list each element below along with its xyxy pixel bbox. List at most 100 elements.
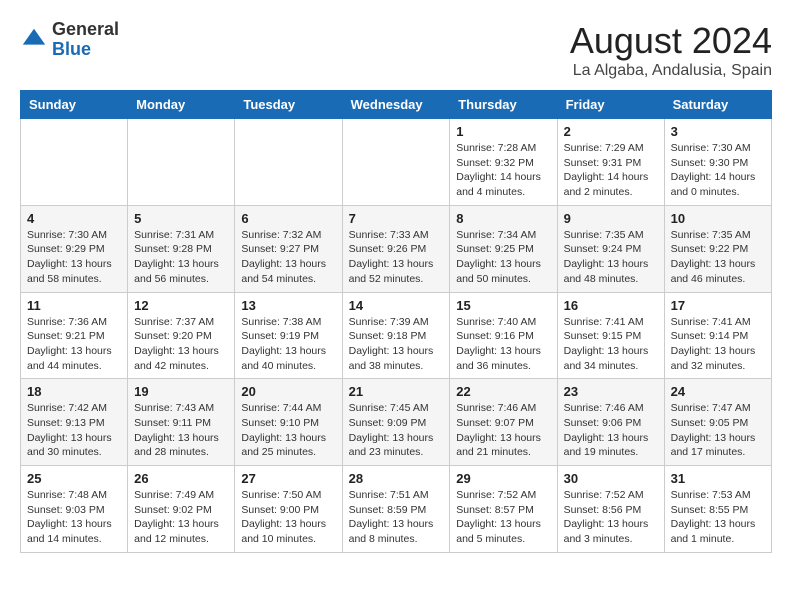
calendar-cell: 4Sunrise: 7:30 AMSunset: 9:29 PMDaylight… (21, 205, 128, 292)
day-header-thursday: Thursday (450, 91, 557, 119)
day-header-sunday: Sunday (21, 91, 128, 119)
calendar-cell: 18 Sunrise: 7:42 AMSunset: 9:13 PMDayligh… (21, 379, 128, 466)
calendar-cell: 13 Sunrise: 7:38 AMSunset: 9:19 PMDayligh… (235, 292, 342, 379)
day-number: 16 (564, 298, 658, 313)
day-info: Sunrise: 7:41 AMSunset: 9:15 PMDaylight:… (564, 315, 658, 374)
day-number: 8 (456, 211, 550, 226)
day-info: Sunrise: 7:44 AMSunset: 9:10 PMDaylight:… (241, 401, 335, 460)
day-number: 6 (241, 211, 335, 226)
calendar-cell: 16 Sunrise: 7:41 AMSunset: 9:15 PMDayligh… (557, 292, 664, 379)
day-info: Sunrise: 7:34 AMSunset: 9:25 PMDaylight:… (456, 228, 550, 287)
day-info: Sunrise: 7:43 AMSunset: 9:11 PMDaylight:… (134, 401, 228, 460)
logo: General Blue (20, 20, 119, 60)
day-number: 12 (134, 298, 228, 313)
month-year: August 2024 (570, 20, 772, 62)
day-info: Sunrise: 7:37 AMSunset: 9:20 PMDaylight:… (134, 315, 228, 374)
page-header: General Blue August 2024 La Algaba, Anda… (20, 20, 772, 80)
calendar-cell: 27 Sunrise: 7:50 AMSunset: 9:00 PMDayligh… (235, 466, 342, 553)
calendar-cell: 31Sunrise: 7:53 AMSunset: 8:55 PMDayligh… (664, 466, 771, 553)
day-number: 2 (564, 124, 658, 139)
day-info: Sunrise: 7:29 AMSunset: 9:31 PMDaylight:… (564, 141, 658, 200)
day-number: 27 (241, 471, 335, 486)
calendar-cell: 10 Sunrise: 7:35 AMSunset: 9:22 PMDayligh… (664, 205, 771, 292)
day-info: Sunrise: 7:48 AMSunset: 9:03 PMDaylight:… (27, 488, 121, 547)
day-info: Sunrise: 7:33 AMSunset: 9:26 PMDaylight:… (349, 228, 444, 287)
day-info: Sunrise: 7:30 AMSunset: 9:29 PMDaylight:… (27, 228, 121, 287)
day-number: 24 (671, 384, 765, 399)
day-info: Sunrise: 7:45 AMSunset: 9:09 PMDaylight:… (349, 401, 444, 460)
calendar-cell: 21 Sunrise: 7:45 AMSunset: 9:09 PMDayligh… (342, 379, 450, 466)
day-header-friday: Friday (557, 91, 664, 119)
day-number: 23 (564, 384, 658, 399)
day-info: Sunrise: 7:46 AMSunset: 9:06 PMDaylight:… (564, 401, 658, 460)
day-number: 11 (27, 298, 121, 313)
day-info: Sunrise: 7:52 AMSunset: 8:57 PMDaylight:… (456, 488, 550, 547)
calendar-cell: 23 Sunrise: 7:46 AMSunset: 9:06 PMDayligh… (557, 379, 664, 466)
day-number: 30 (564, 471, 658, 486)
day-header-tuesday: Tuesday (235, 91, 342, 119)
day-info: Sunrise: 7:52 AMSunset: 8:56 PMDaylight:… (564, 488, 658, 547)
day-number: 5 (134, 211, 228, 226)
calendar-cell: 11 Sunrise: 7:36 AMSunset: 9:21 PMDayligh… (21, 292, 128, 379)
day-number: 26 (134, 471, 228, 486)
day-number: 10 (671, 211, 765, 226)
calendar-cell: 25 Sunrise: 7:48 AMSunset: 9:03 PMDayligh… (21, 466, 128, 553)
calendar-cell (21, 119, 128, 206)
calendar-cell: 28 Sunrise: 7:51 AMSunset: 8:59 PMDayligh… (342, 466, 450, 553)
calendar-cell: 30 Sunrise: 7:52 AMSunset: 8:56 PMDayligh… (557, 466, 664, 553)
day-header-wednesday: Wednesday (342, 91, 450, 119)
day-info: Sunrise: 7:53 AMSunset: 8:55 PMDaylight:… (671, 488, 765, 547)
day-header-saturday: Saturday (664, 91, 771, 119)
day-number: 18 (27, 384, 121, 399)
day-info: Sunrise: 7:35 AMSunset: 9:24 PMDaylight:… (564, 228, 658, 287)
calendar-cell (128, 119, 235, 206)
calendar-cell: 17Sunrise: 7:41 AMSunset: 9:14 PMDayligh… (664, 292, 771, 379)
day-number: 9 (564, 211, 658, 226)
calendar-cell: 15 Sunrise: 7:40 AMSunset: 9:16 PMDayligh… (450, 292, 557, 379)
day-info: Sunrise: 7:46 AMSunset: 9:07 PMDaylight:… (456, 401, 550, 460)
day-info: Sunrise: 7:30 AMSunset: 9:30 PMDaylight:… (671, 141, 765, 200)
calendar-cell (235, 119, 342, 206)
day-info: Sunrise: 7:47 AMSunset: 9:05 PMDaylight:… (671, 401, 765, 460)
logo-text: General Blue (52, 20, 119, 60)
day-info: Sunrise: 7:28 AMSunset: 9:32 PMDaylight:… (456, 141, 550, 200)
calendar-cell: 7 Sunrise: 7:33 AMSunset: 9:26 PMDaylight… (342, 205, 450, 292)
day-number: 13 (241, 298, 335, 313)
day-number: 21 (349, 384, 444, 399)
day-info: Sunrise: 7:42 AMSunset: 9:13 PMDaylight:… (27, 401, 121, 460)
logo-icon (20, 26, 48, 54)
calendar-cell: 3Sunrise: 7:30 AMSunset: 9:30 PMDaylight… (664, 119, 771, 206)
title-block: August 2024 La Algaba, Andalusia, Spain (570, 20, 772, 80)
day-number: 29 (456, 471, 550, 486)
location: La Algaba, Andalusia, Spain (570, 62, 772, 80)
day-info: Sunrise: 7:32 AMSunset: 9:27 PMDaylight:… (241, 228, 335, 287)
calendar-table: SundayMondayTuesdayWednesdayThursdayFrid… (20, 90, 772, 553)
calendar-cell: 19Sunrise: 7:43 AMSunset: 9:11 PMDayligh… (128, 379, 235, 466)
calendar-cell: 20 Sunrise: 7:44 AMSunset: 9:10 PMDayligh… (235, 379, 342, 466)
calendar-cell: 1 Sunrise: 7:28 AMSunset: 9:32 PMDaylight… (450, 119, 557, 206)
day-info: Sunrise: 7:35 AMSunset: 9:22 PMDaylight:… (671, 228, 765, 287)
day-header-monday: Monday (128, 91, 235, 119)
day-info: Sunrise: 7:39 AMSunset: 9:18 PMDaylight:… (349, 315, 444, 374)
calendar-cell: 9 Sunrise: 7:35 AMSunset: 9:24 PMDaylight… (557, 205, 664, 292)
day-number: 15 (456, 298, 550, 313)
day-number: 25 (27, 471, 121, 486)
day-number: 17 (671, 298, 765, 313)
day-info: Sunrise: 7:50 AMSunset: 9:00 PMDaylight:… (241, 488, 335, 547)
day-number: 28 (349, 471, 444, 486)
day-info: Sunrise: 7:36 AMSunset: 9:21 PMDaylight:… (27, 315, 121, 374)
day-number: 7 (349, 211, 444, 226)
day-number: 14 (349, 298, 444, 313)
day-info: Sunrise: 7:51 AMSunset: 8:59 PMDaylight:… (349, 488, 444, 547)
calendar-cell: 8 Sunrise: 7:34 AMSunset: 9:25 PMDaylight… (450, 205, 557, 292)
day-info: Sunrise: 7:38 AMSunset: 9:19 PMDaylight:… (241, 315, 335, 374)
day-info: Sunrise: 7:31 AMSunset: 9:28 PMDaylight:… (134, 228, 228, 287)
day-info: Sunrise: 7:40 AMSunset: 9:16 PMDaylight:… (456, 315, 550, 374)
day-number: 1 (456, 124, 550, 139)
calendar-cell: 12 Sunrise: 7:37 AMSunset: 9:20 PMDayligh… (128, 292, 235, 379)
day-number: 22 (456, 384, 550, 399)
calendar-cell: 26Sunrise: 7:49 AMSunset: 9:02 PMDayligh… (128, 466, 235, 553)
day-number: 20 (241, 384, 335, 399)
calendar-cell: 14 Sunrise: 7:39 AMSunset: 9:18 PMDayligh… (342, 292, 450, 379)
calendar-cell: 2 Sunrise: 7:29 AMSunset: 9:31 PMDaylight… (557, 119, 664, 206)
